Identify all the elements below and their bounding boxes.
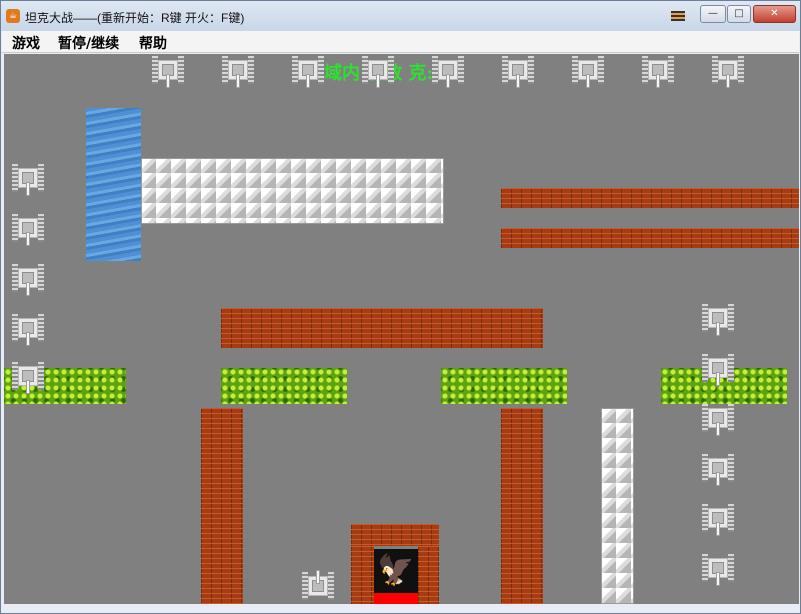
steel-wall (141, 158, 444, 224)
enemy-tank-icon (701, 302, 735, 336)
menu-bar: 游戏 暂停/继续 帮助 (2, 31, 799, 53)
enemy-tank-icon (361, 54, 395, 88)
close-button[interactable]: ✕ (753, 5, 796, 23)
maximize-button[interactable]: □ (727, 5, 751, 23)
player-tank-icon (301, 570, 335, 604)
brick-wall (501, 188, 799, 208)
enemy-tank-icon (11, 360, 45, 394)
enemy-tank-icon (221, 54, 255, 88)
enemy-tank-icon (11, 312, 45, 346)
steel-wall (601, 408, 634, 604)
enemy-tank-icon (571, 54, 605, 88)
enemy-tank-icon (701, 402, 735, 436)
enemy-tank-icon (11, 262, 45, 296)
brick-wall (351, 546, 374, 604)
battlefield[interactable]: 域内 有敌 克: 🦅 (4, 54, 799, 604)
enemy-tank-icon (151, 54, 185, 88)
brick-wall (418, 546, 439, 604)
enemy-tank-icon (711, 54, 745, 88)
window-title: 坦克大战——(重新开始：R键 开火：F键) (25, 11, 245, 25)
title-bar[interactable]: ☕ 坦克大战——(重新开始：R键 开火：F键) — □ ✕ (1, 1, 800, 31)
enemy-tank-icon (701, 502, 735, 536)
brick-wall (201, 408, 243, 604)
enemy-tank-icon (11, 162, 45, 196)
enemy-tank-icon (641, 54, 675, 88)
eagle-icon: 🦅 (374, 549, 418, 593)
enemy-tank-icon (701, 552, 735, 586)
menu-pause-resume[interactable]: 暂停/继续 (58, 33, 119, 53)
enemy-tank-icon (291, 54, 325, 88)
game-window: ☕ 坦克大战——(重新开始：R键 开火：F键) — □ ✕ 游戏 暂停/继续 帮… (0, 0, 801, 614)
brick-wall (221, 308, 543, 348)
brick-wall (501, 408, 543, 604)
menu-game[interactable]: 游戏 (12, 33, 40, 53)
menu-help[interactable]: 帮助 (139, 33, 167, 53)
water-block (86, 108, 141, 261)
java-icon: ☕ (6, 9, 20, 23)
enemy-tank-icon (11, 212, 45, 246)
enemy-tank-icon (701, 452, 735, 486)
enemy-tank-icon (701, 352, 735, 386)
minimize-button[interactable]: — (700, 5, 726, 23)
grass-patch (221, 368, 347, 404)
base-flag (374, 593, 418, 604)
brick-wall (501, 228, 799, 248)
flag-icon (671, 11, 685, 21)
brick-wall (351, 524, 439, 546)
grass-patch (441, 368, 567, 404)
enemy-tank-icon (431, 54, 465, 88)
enemy-tank-icon (501, 54, 535, 88)
